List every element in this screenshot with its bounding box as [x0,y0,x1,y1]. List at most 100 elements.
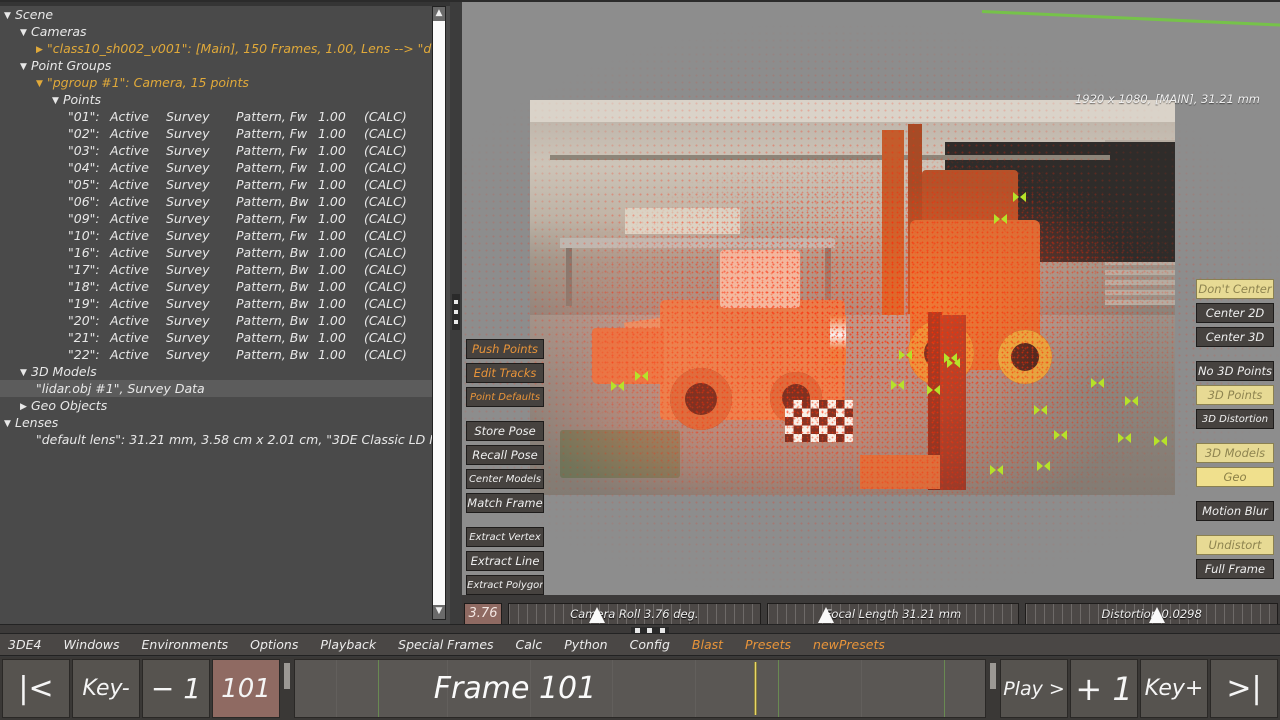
menu-item-windows[interactable]: Windows [63,637,119,652]
point-row[interactable]: "04":ActiveSurveyPattern, Fw1.00(CALC) [0,159,434,176]
viewport-button-extract-line[interactable]: Extract Line [466,551,544,571]
step-forward-button[interactable]: + 1 [1070,659,1138,718]
menu-item-newpresets[interactable]: newPresets [813,637,885,652]
viewport-button-3d-points[interactable]: 3D Points [1196,385,1274,405]
menu-item-3de4[interactable]: 3DE4 [8,637,41,652]
play-button[interactable]: Play > [1000,659,1068,718]
point-survey: Survey [166,261,236,278]
point-row[interactable]: "18":ActiveSurveyPattern, Bw1.00(CALC) [0,278,434,295]
tree-item-default-lens[interactable]: "default lens": 31.21 mm, 3.58 cm x 2.01… [0,431,434,448]
timeline-left-handle[interactable] [282,659,292,718]
camera-roll-slider[interactable]: Camera Roll 3.76 deg. [508,603,761,625]
point-row[interactable]: "05":ActiveSurveyPattern, Fw1.00(CALC) [0,176,434,193]
point-row[interactable]: "17":ActiveSurveyPattern, Bw1.00(CALC) [0,261,434,278]
point-row[interactable]: "19":ActiveSurveyPattern, Bw1.00(CALC) [0,295,434,312]
tree-item-scene[interactable]: ▼Scene [0,6,434,23]
vertical-splitter[interactable] [450,0,462,632]
current-frame-field[interactable]: 101 [212,659,280,718]
viewport-button-push-points[interactable]: Push Points [466,339,544,359]
viewport-button-center-3d[interactable]: Center 3D [1196,327,1274,347]
tree-item-pgroup[interactable]: ▼"pgroup #1": Camera, 15 points [0,74,434,91]
viewport-button-motion-blur[interactable]: Motion Blur [1196,501,1274,521]
point-value: 1.00 [318,227,364,244]
horizontal-splitter[interactable] [0,624,1280,634]
viewport-button-recall-pose[interactable]: Recall Pose [466,445,544,465]
splitter-grip-handle[interactable] [452,294,460,330]
next-key-button[interactable]: Key+ [1140,659,1208,718]
viewport-canvas[interactable]: 1920 x 1080, [MAIN], 31.21 mm Push Point… [462,2,1280,597]
horizontal-splitter-grip[interactable] [631,627,669,633]
timeline-right-handle[interactable] [988,659,998,718]
scroll-up-arrow-icon[interactable]: ▲ [433,7,445,21]
point-pattern: Pattern, Bw [236,193,318,210]
menu-item-special-frames[interactable]: Special Frames [398,637,493,652]
slider-knob[interactable] [1149,607,1165,623]
viewport-button-full-frame[interactable]: Full Frame [1196,559,1274,579]
viewport-button-3d-distortion[interactable]: 3D Distortion [1196,409,1274,429]
slider-knob[interactable] [818,607,834,623]
tree-item-lenses[interactable]: ▼Lenses [0,414,434,431]
tree-item-cameras[interactable]: ▼Cameras [0,23,434,40]
point-row[interactable]: "10":ActiveSurveyPattern, Fw1.00(CALC) [0,227,434,244]
point-row[interactable]: "01":ActiveSurveyPattern, Fw1.00(CALC) [0,108,434,125]
tree-item-lidar-model[interactable]: "lidar.obj #1", Survey Data [0,380,434,397]
camera-roll-value-field[interactable]: 3.76 [464,603,502,625]
go-to-start-button[interactable]: |< [2,659,70,718]
point-row[interactable]: "02":ActiveSurveyPattern, Fw1.00(CALC) [0,125,434,142]
menu-item-calc[interactable]: Calc [516,637,543,652]
focal-length-slider[interactable]: Focal Length 31.21 mm [767,603,1020,625]
viewport-button-store-pose[interactable]: Store Pose [466,421,544,441]
previous-key-button[interactable]: Key- [72,659,140,718]
workbench [560,238,835,248]
viewport-button-center-models[interactable]: Center Models [466,469,544,489]
menu-item-python[interactable]: Python [564,637,607,652]
tree-item-3d-models[interactable]: ▼3D Models [0,363,434,380]
point-row[interactable]: "09":ActiveSurveyPattern, Fw1.00(CALC) [0,210,434,227]
point-value: 1.00 [318,176,364,193]
viewport-button-undistort[interactable]: Undistort [1196,535,1274,555]
scroll-down-arrow-icon[interactable]: ▼ [433,605,445,619]
scene-tree-scrollbar[interactable]: ▲ ▼ [432,6,446,620]
viewport-button-no-3d-points[interactable]: No 3D Points [1196,361,1274,381]
point-row[interactable]: "03":ActiveSurveyPattern, Fw1.00(CALC) [0,142,434,159]
point-row[interactable]: "16":ActiveSurveyPattern, Bw1.00(CALC) [0,244,434,261]
point-row[interactable]: "22":ActiveSurveyPattern, Bw1.00(CALC) [0,346,434,363]
menu-item-options[interactable]: Options [250,637,298,652]
step-back-button[interactable]: − 1 [142,659,210,718]
tree-label-default-lens: "default lens": 31.21 mm, 3.58 cm x 2.01… [36,432,434,447]
tree-item-points[interactable]: ▼Points [0,91,434,108]
distortion-slider[interactable]: Distortion 0.0298 [1025,603,1278,625]
scene-tree-list[interactable]: ▼Scene ▼Cameras ▶"class10_sh002_v001": [… [0,6,434,620]
menu-item-blast[interactable]: Blast [692,637,723,652]
tree-item-point-groups[interactable]: ▼Point Groups [0,57,434,74]
viewport-button-edit-tracks[interactable]: Edit Tracks [466,363,544,383]
viewport-button-extract-polygon[interactable]: Extract Polygon [466,575,544,595]
point-value: 1.00 [318,108,364,125]
tree-item-camera-entry[interactable]: ▶"class10_sh002_v001": [Main], 150 Frame… [0,40,434,57]
viewport-button-match-frame[interactable]: Match Frame [466,493,544,513]
viewport-button-extract-vertex[interactable]: Extract Vertex [466,527,544,547]
viewport-button-point-defaults[interactable]: Point Defaults [466,387,544,407]
viewport-button-don-t-center[interactable]: Don't Center [1196,279,1274,299]
viewport-button-geo[interactable]: Geo [1196,467,1274,487]
scrollbar-thumb[interactable] [433,21,445,605]
menu-item-playback[interactable]: Playback [320,637,376,652]
viewport-button-3d-models[interactable]: 3D Models [1196,443,1274,463]
scrollbar-track[interactable] [433,21,445,605]
go-to-end-button[interactable]: >| [1210,659,1278,718]
menu-item-config[interactable]: Config [630,637,670,652]
slider-knob[interactable] [589,607,605,623]
point-row[interactable]: "06":ActiveSurveyPattern, Bw1.00(CALC) [0,193,434,210]
timeline-track[interactable]: Frame 101 [294,659,986,718]
point-value: 1.00 [318,295,364,312]
point-row[interactable]: "21":ActiveSurveyPattern, Bw1.00(CALC) [0,329,434,346]
viewport-button-center-2d[interactable]: Center 2D [1196,303,1274,323]
point-state: Active [110,295,166,312]
forklift-mast [882,130,904,315]
point-row[interactable]: "20":ActiveSurveyPattern, Bw1.00(CALC) [0,312,434,329]
point-pattern: Pattern, Bw [236,312,318,329]
menu-item-environments[interactable]: Environments [142,637,229,652]
menu-item-presets[interactable]: Presets [745,637,791,652]
timeline-playhead[interactable] [754,662,757,715]
tree-item-geo-objects[interactable]: ▶Geo Objects [0,397,434,414]
